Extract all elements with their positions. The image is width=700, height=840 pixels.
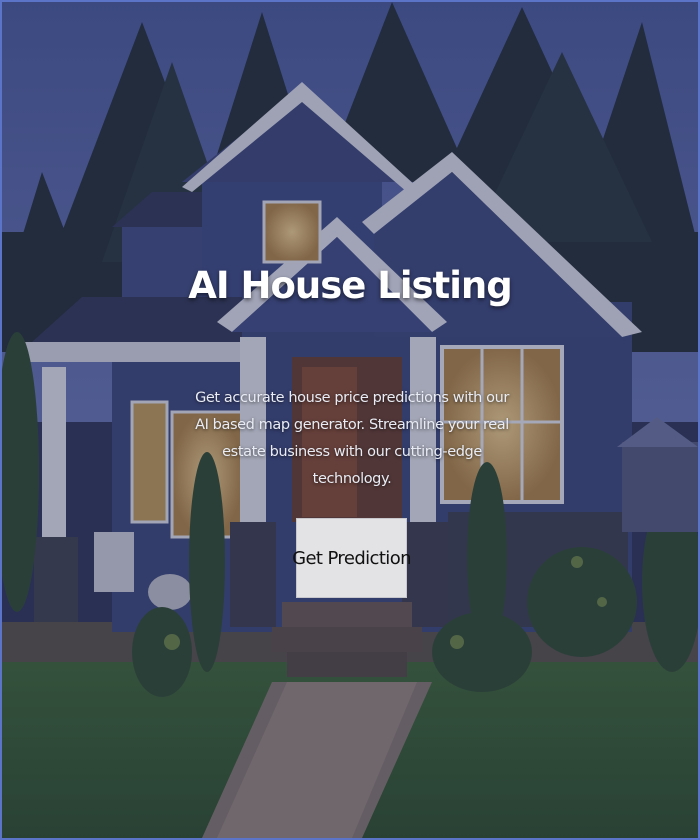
hero-section: AI House Listing Get accurate house pric…: [0, 0, 700, 840]
page-title: AI House Listing: [188, 264, 513, 307]
get-prediction-button[interactable]: Get Prediction: [292, 518, 412, 598]
hero-content: AI House Listing Get accurate house pric…: [2, 2, 698, 838]
hero-description: Get accurate house price predictions wit…: [195, 390, 509, 487]
